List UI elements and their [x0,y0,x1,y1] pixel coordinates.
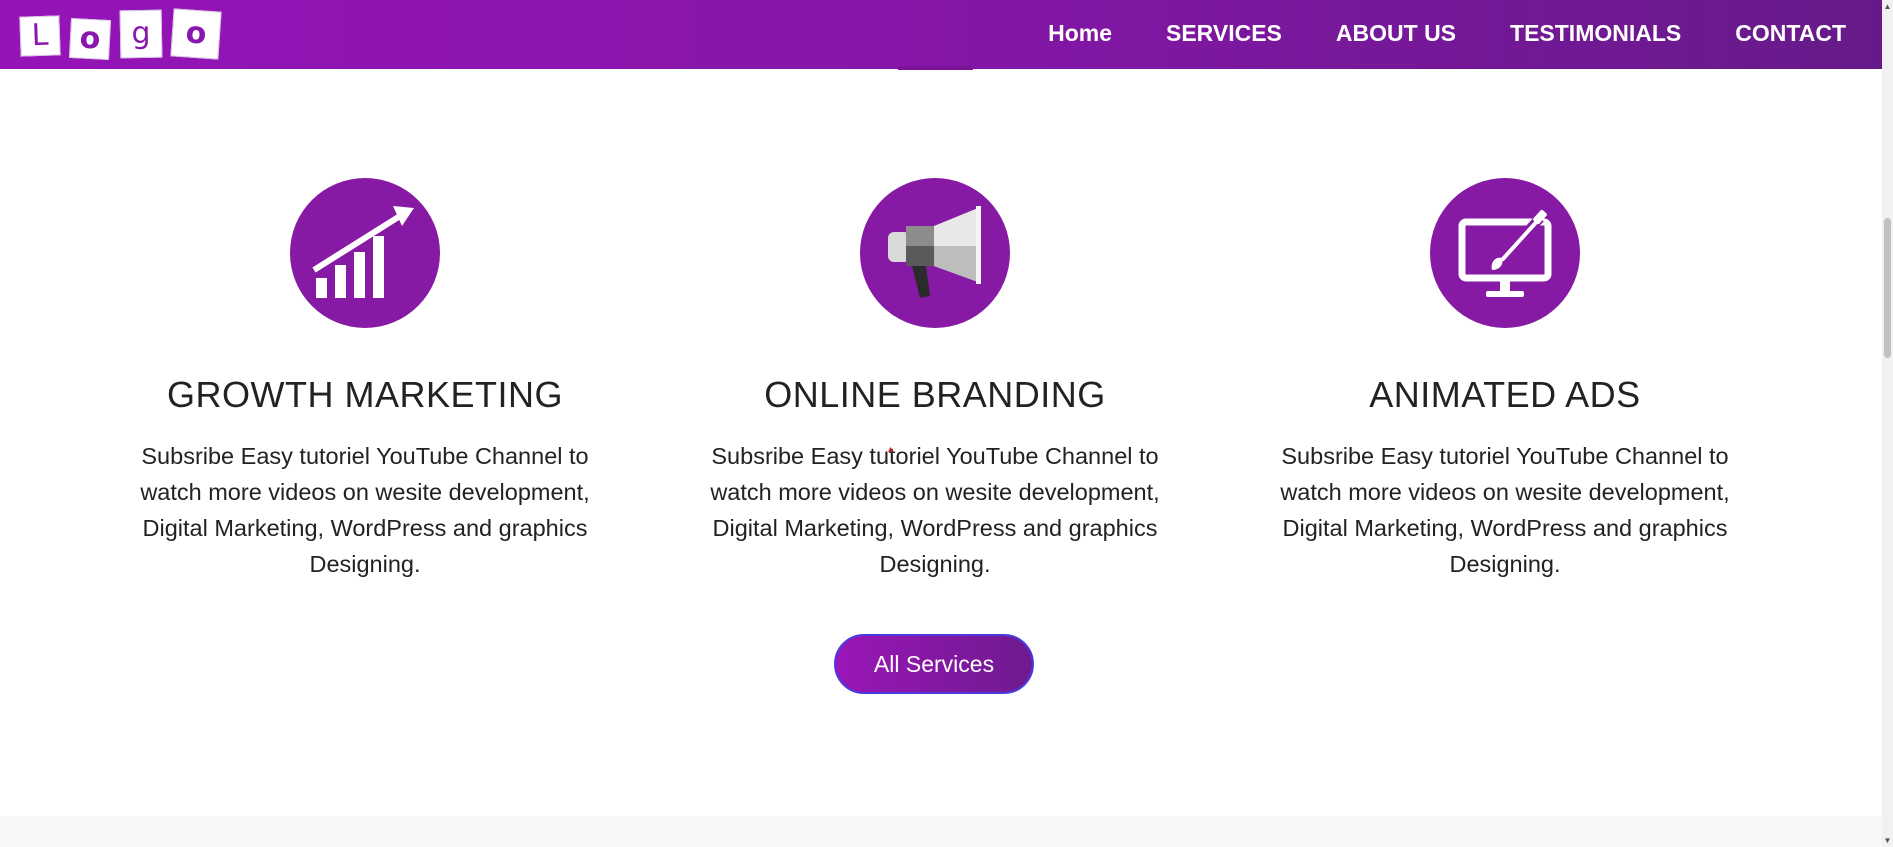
nav-testimonials-link[interactable]: TESTIMONIALS [1510,20,1681,47]
service-description: Subsribe Easy tutoriel YouTube Channel t… [710,443,1160,577]
all-services-button[interactable]: All Services [834,634,1034,694]
logo-tile: o [68,17,112,61]
service-description: Subsribe Easy tutoriel YouTube Channel t… [140,443,590,577]
page: L o g o Home SERVICES ABOUT US TESTIMONI… [0,0,1893,847]
navbar: L o g o Home SERVICES ABOUT US TESTIMONI… [0,0,1882,69]
page-scrollbar[interactable]: ▲ ▼ [1882,0,1893,847]
scroll-down-icon[interactable]: ▼ [1882,836,1893,845]
scroll-up-icon[interactable]: ▲ [1882,2,1893,11]
megaphone-icon [860,178,1010,328]
growth-chart-icon [290,178,440,328]
logo-letter: o [184,15,208,52]
scroll-thumb[interactable] [1884,218,1891,358]
service-description: Subsribe Easy tutoriel YouTube Channel t… [1280,443,1730,577]
nav-menu: Home SERVICES ABOUT US TESTIMONIALS CONT… [994,0,1846,66]
service-title: ANIMATED ADS [1369,374,1641,415]
nav-services-link[interactable]: SERVICES [1166,20,1282,47]
monitor-brush-icon [1430,178,1580,328]
logo-tile: L [19,15,61,57]
service-card-branding: ONLINE BRANDING Subsribe Easy tutoriel Y… [700,178,1170,582]
logo-letter: o [78,20,102,57]
logo-tile: g [119,9,163,59]
next-section-band [0,816,1882,847]
mouse-cursor-marker: ▴ [888,444,894,455]
logo-letter: L [31,17,49,54]
nav-home-link[interactable]: Home [1048,20,1112,47]
section-indicator [898,66,973,70]
service-card-growth: GROWTH MARKETING Subsribe Easy tutoriel … [130,178,600,582]
service-title: GROWTH MARKETING [167,374,563,415]
logo[interactable]: L o g o [19,8,230,61]
logo-tile: o [170,8,222,60]
logo-letter: g [131,15,151,52]
nav-about-link[interactable]: ABOUT US [1336,20,1456,47]
nav-contact-link[interactable]: CONTACT [1735,20,1846,47]
service-card-animated-ads: ANIMATED ADS Subsribe Easy tutoriel YouT… [1270,178,1740,582]
service-title: ONLINE BRANDING [764,374,1106,415]
